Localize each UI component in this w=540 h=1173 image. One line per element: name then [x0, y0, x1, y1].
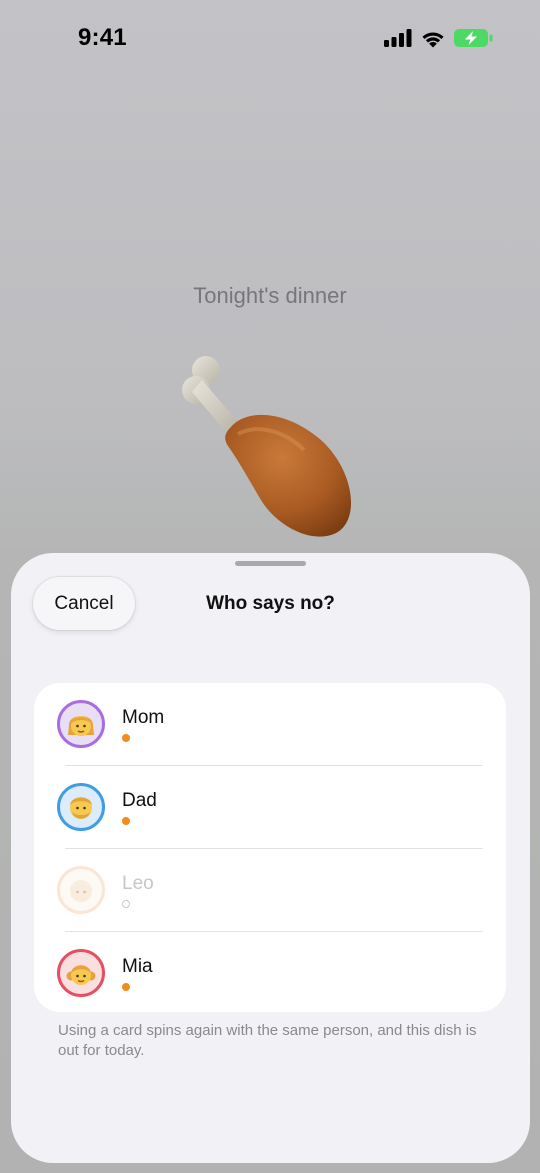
- avatar-dad: [57, 783, 105, 831]
- cellular-signal-icon: [384, 29, 412, 47]
- person-name: Leo: [122, 873, 154, 894]
- status-bar: 9:41: [0, 0, 540, 80]
- dinner-title: Tonight's dinner: [193, 283, 347, 308]
- person-name: Mia: [122, 956, 153, 977]
- girl-face-icon: [66, 965, 96, 985]
- list-item-leo[interactable]: Leo: [34, 849, 506, 932]
- wifi-icon: [422, 31, 444, 47]
- list-item-mia[interactable]: Mia: [34, 932, 506, 1012]
- status-time: 9:41: [78, 24, 127, 51]
- avatar-leo: [57, 866, 105, 914]
- sheet-title: Who says no?: [206, 593, 335, 614]
- active-indicator-dot: [122, 734, 130, 742]
- man-face-icon: [70, 797, 92, 819]
- poultry-leg-icon: [182, 356, 352, 537]
- status-icons: [384, 28, 494, 48]
- person-name: Dad: [122, 790, 157, 811]
- person-name: Mom: [122, 707, 165, 728]
- battery-charging-icon: [454, 29, 493, 47]
- bottom-sheet: Cancel Who says no? Mom Dad Leo Mia Usin…: [11, 553, 530, 1163]
- inactive-indicator-dot: [122, 900, 130, 908]
- active-indicator-dot: [122, 983, 130, 991]
- woman-face-icon: [68, 716, 94, 736]
- list-item-dad[interactable]: Dad: [34, 766, 506, 849]
- list-item-mom[interactable]: Mom: [34, 683, 506, 766]
- avatar-mia: [57, 949, 105, 997]
- footnote: Using a card spins again with the same p…: [58, 1022, 477, 1059]
- sheet-grabber[interactable]: [235, 561, 306, 566]
- child-face-icon: [70, 880, 92, 902]
- people-list: Mom Dad Leo Mia: [34, 683, 506, 1012]
- avatar-mom: [57, 700, 105, 748]
- active-indicator-dot: [122, 817, 130, 825]
